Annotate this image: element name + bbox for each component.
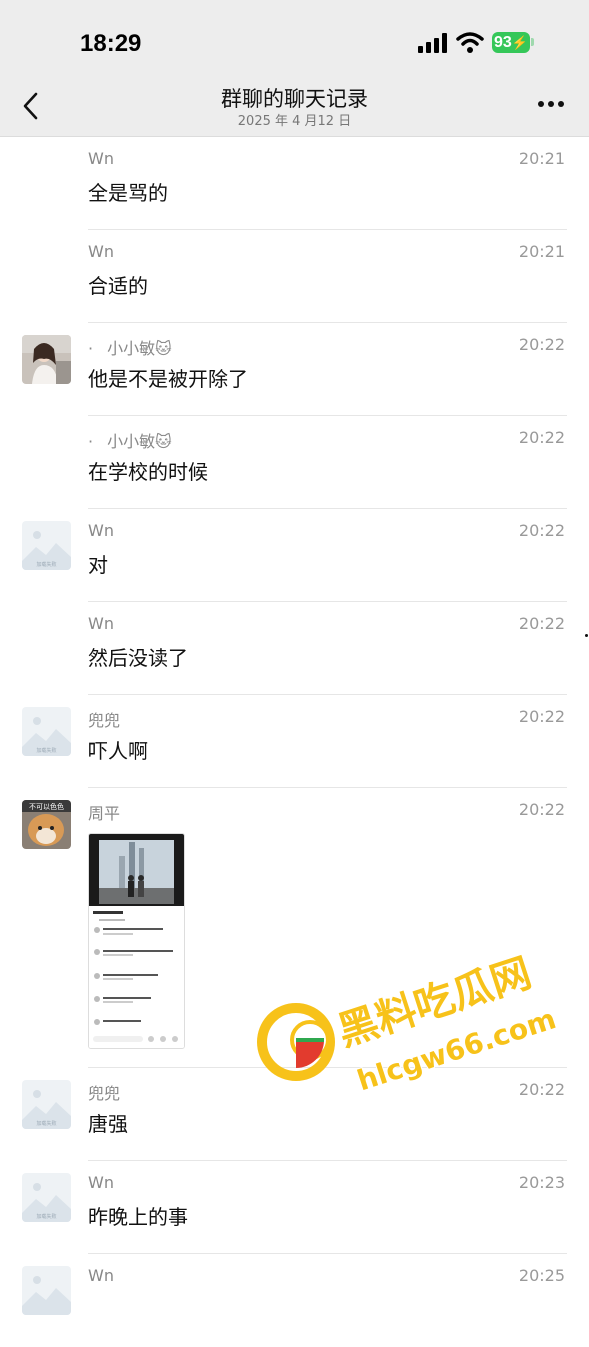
sender-name: · 小小敏🐱 [88, 428, 172, 452]
message-text: 昨晚上的事 [88, 1205, 188, 1229]
avatar-dog-photo[interactable]: 不可以色色 [22, 800, 71, 849]
message-time: 20:22 [518, 428, 565, 447]
message-time: 20:22 [518, 614, 565, 633]
status-time: 18:29 [80, 30, 142, 57]
wifi-icon [456, 32, 484, 53]
watermark-melon-icon [257, 1003, 335, 1081]
sender-name: · 小小敏🐱 [88, 335, 172, 359]
message-time: 20:22 [518, 335, 565, 354]
list-item[interactable]: 加载失败 兜兜 20:22 吓人啊 [0, 695, 589, 788]
placeholder-caption: 加载失败 [36, 1120, 56, 1127]
message-time: 20:22 [518, 521, 565, 540]
placeholder-caption: 加载失败 [36, 1213, 56, 1220]
placeholder-caption: 加载失败 [36, 561, 56, 568]
battery-nub [531, 38, 534, 46]
sender-name: 兜兜 [88, 1084, 121, 1103]
avatar-placeholder-icon[interactable]: 加载失败 [22, 1080, 71, 1129]
sender-name: Wn [88, 614, 114, 633]
message-text: 全是骂的 [88, 181, 168, 205]
avatar-girl-photo[interactable] [22, 335, 71, 384]
sender-dot: · [88, 432, 94, 451]
watermark-logo: 黑料吃瓜网 hlcgw66.com [257, 949, 561, 1098]
message-text: 合适的 [88, 274, 148, 298]
sender-name-text: 小小敏🐱 [107, 432, 172, 451]
list-item[interactable]: Wn 20:22 然后没读了 [0, 602, 589, 695]
sender-name: 兜兜 [88, 711, 121, 730]
sender-name: Wn [88, 521, 114, 540]
message-text: 在学校的时候 [88, 460, 208, 484]
sender-name: Wn [88, 1173, 114, 1192]
message-time: 20:25 [518, 1266, 565, 1285]
list-item[interactable]: Wn 20:25 [0, 1254, 589, 1347]
sender-name: 周平 [88, 804, 121, 823]
list-item[interactable]: · 小小敏🐱 20:22 在学校的时候 [0, 416, 589, 509]
message-time: 20:21 [518, 242, 565, 261]
nav-bar: 群聊的聊天记录 2025 年 4 月12 日 [0, 87, 589, 137]
sender-name: Wn [88, 1266, 114, 1285]
sender-name: Wn [88, 149, 114, 168]
placeholder-caption: 加载失败 [36, 747, 56, 754]
sender-name: Wn [88, 242, 114, 261]
message-time: 20:23 [518, 1173, 565, 1192]
page-title: 群聊的聊天记录 [221, 87, 368, 111]
more-icon[interactable] [537, 100, 565, 108]
battery-level: 93 [494, 33, 512, 51]
sender-name-text: 小小敏🐱 [107, 339, 172, 358]
list-item[interactable]: Wn 20:21 合适的 [0, 230, 589, 323]
scroll-dot [585, 634, 588, 637]
avatar-placeholder-icon[interactable]: 加载失败 [22, 1173, 71, 1222]
list-item[interactable]: Wn 20:21 全是骂的 [0, 137, 589, 230]
screenshot-image[interactable] [88, 833, 185, 1049]
message-time: 20:22 [518, 707, 565, 726]
list-item[interactable]: · 小小敏🐱 20:22 他是不是被开除了 [0, 323, 589, 416]
message-time: 20:22 [518, 800, 565, 819]
dog-caption: 不可以色色 [29, 802, 64, 811]
message-text: 唐强 [88, 1112, 128, 1136]
list-item[interactable]: 加载失败 Wn 20:22 对 [0, 509, 589, 602]
list-item[interactable]: 加载失败 Wn 20:23 昨晚上的事 [0, 1161, 589, 1254]
sender-dot: · [88, 339, 94, 358]
message-time: 20:21 [518, 149, 565, 168]
status-bar: 18:29 93 ⚡ [0, 0, 589, 88]
message-text: 然后没读了 [88, 646, 188, 670]
message-text: 对 [88, 553, 108, 577]
page-subtitle-date: 2025 年 4 月12 日 [237, 114, 352, 129]
avatar-placeholder-icon[interactable] [22, 1266, 71, 1315]
message-text: 他是不是被开除了 [88, 367, 248, 391]
message-text: 吓人啊 [88, 739, 148, 763]
avatar-placeholder-icon[interactable]: 加载失败 [22, 707, 71, 756]
avatar-placeholder-icon[interactable]: 加载失败 [22, 521, 71, 570]
signal-icon [418, 33, 447, 53]
chat-record-list: Wn 20:21 全是骂的 Wn 20:21 合适的 · 小小敏🐱 20:22 他… [0, 137, 589, 1347]
battery-icon: 93 ⚡ [492, 32, 530, 53]
